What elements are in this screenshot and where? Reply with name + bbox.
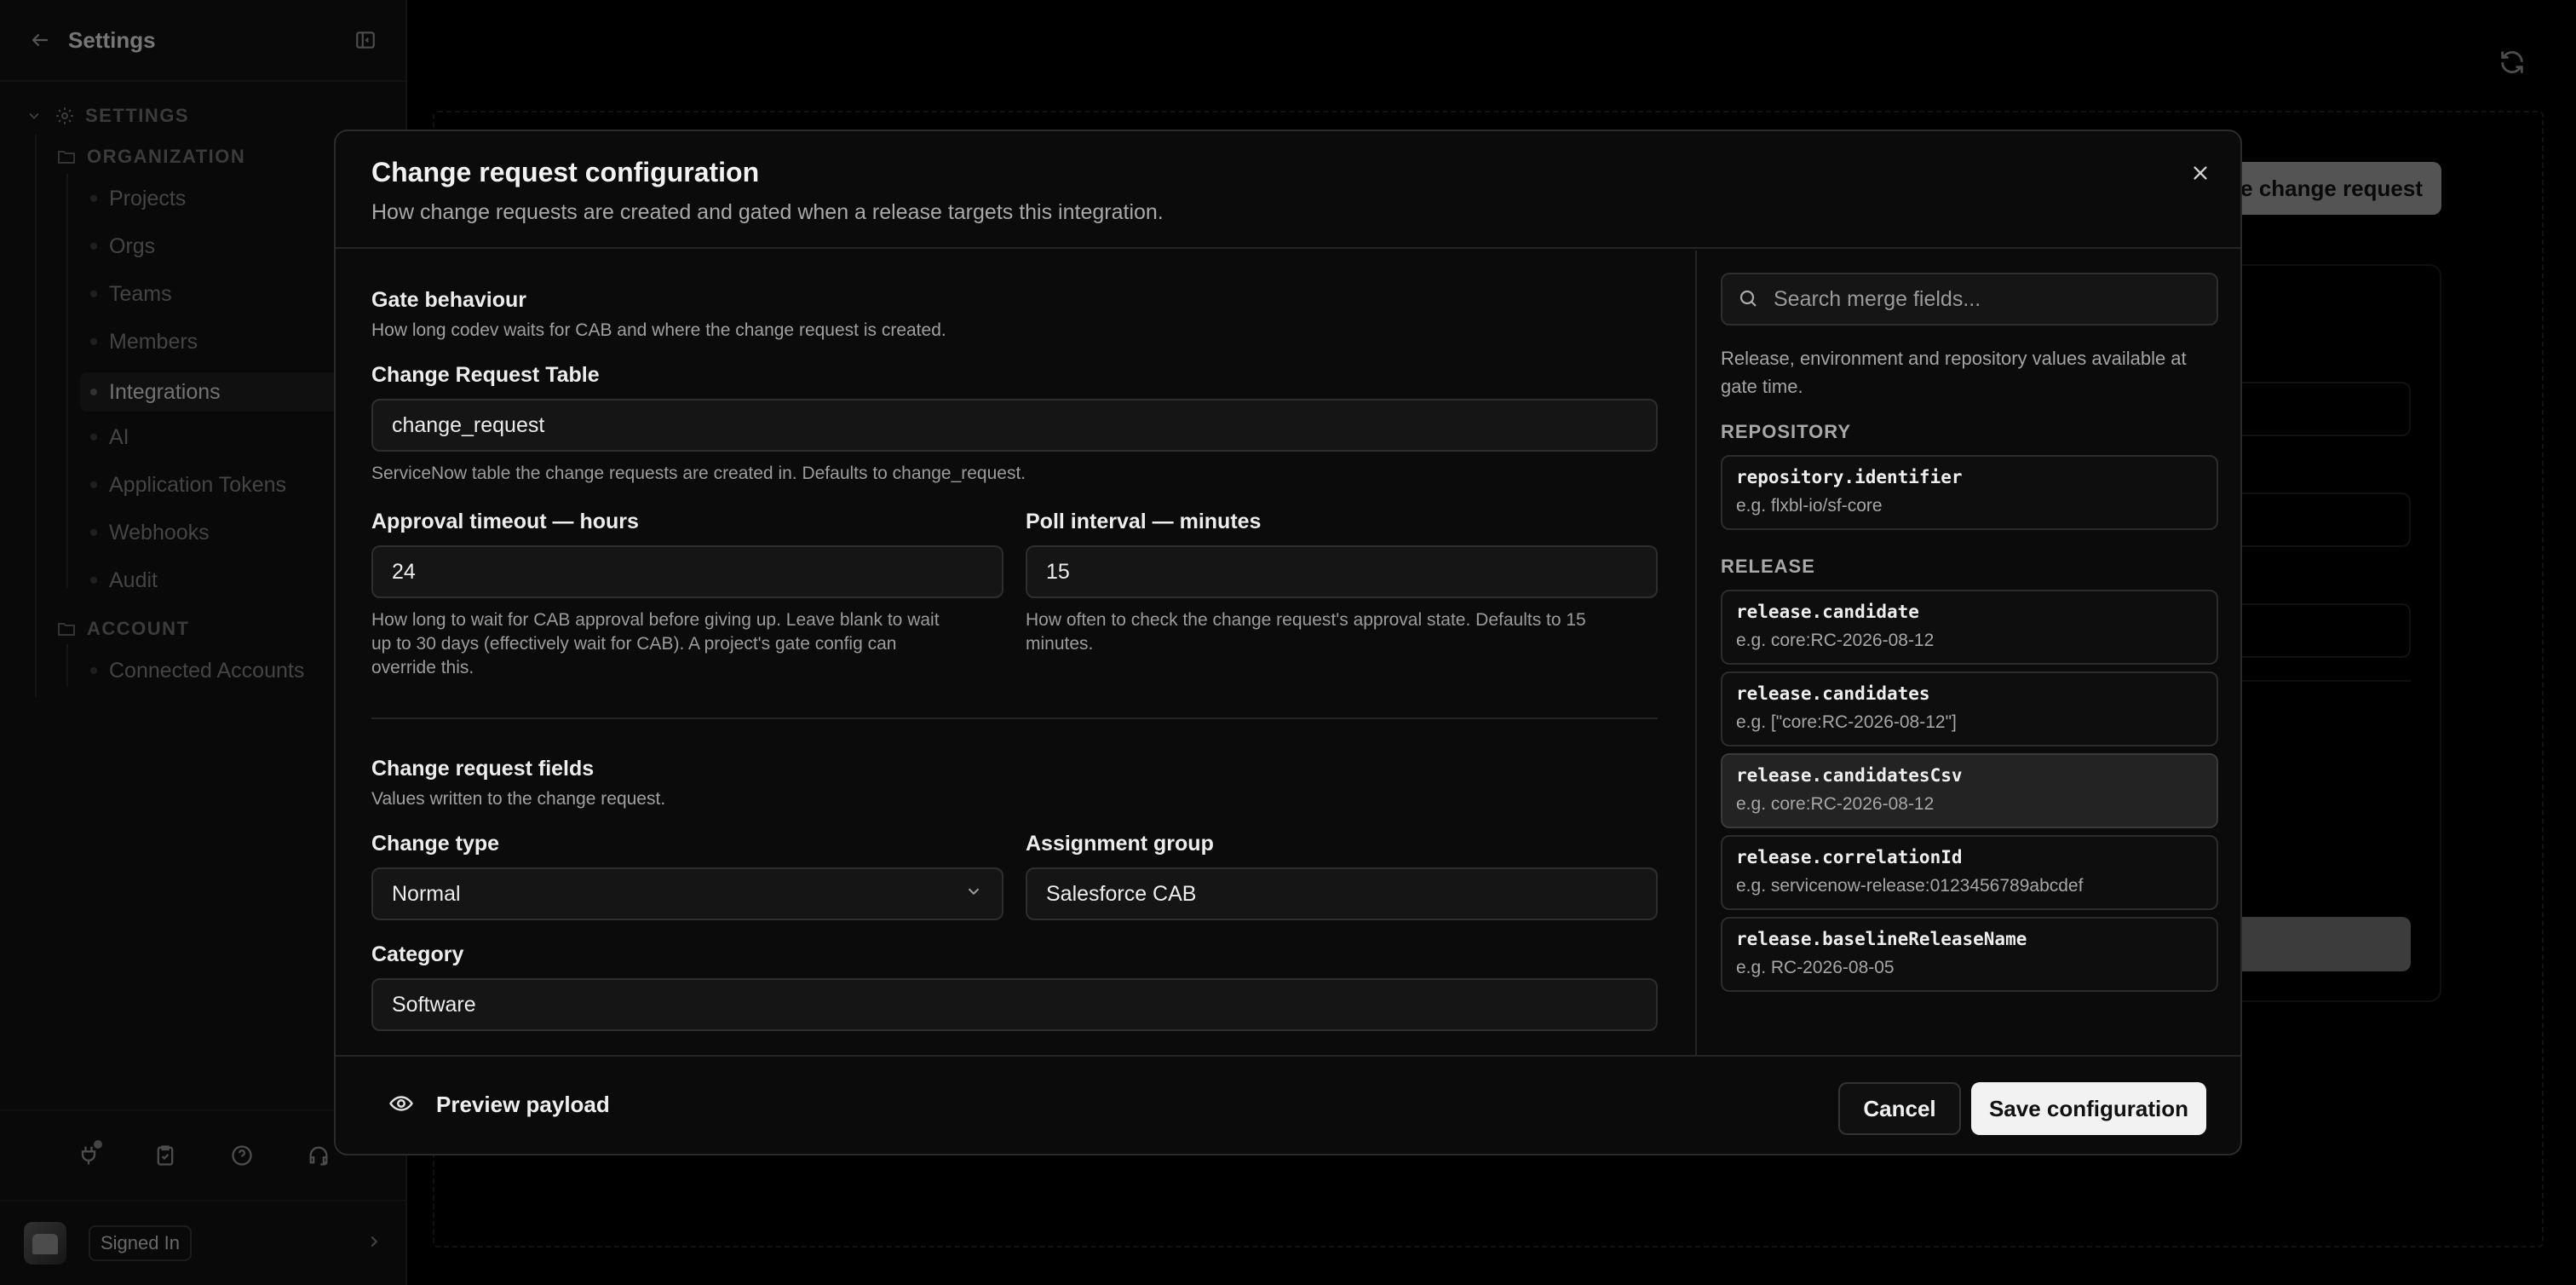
merge-field-key: release.correlationId <box>1736 847 1963 867</box>
merge-field-key: release.candidate <box>1736 602 1919 622</box>
category-label: Category <box>371 942 464 966</box>
merge-fields-description: Release, environment and repository valu… <box>1721 344 2232 400</box>
select-value: Normal <box>392 881 461 906</box>
poll-interval-input[interactable]: 15 <box>1026 545 1658 598</box>
input-value: 15 <box>1046 559 1070 584</box>
merge-field-key: release.baselineReleaseName <box>1736 929 2027 949</box>
search-placeholder: Search merge fields... <box>1774 286 1981 311</box>
change-request-config-dialog: Change request configuration How change … <box>334 130 2242 1155</box>
repository-group-title: REPOSITORY <box>1721 421 1852 442</box>
merge-field-example: e.g. flxbl-io/sf-core <box>1736 496 1883 516</box>
change-type-label: Change type <box>371 832 500 856</box>
merge-field-example: e.g. ["core:RC-2026-08-12"] <box>1736 712 1957 732</box>
hint-line: How often to check the change request's … <box>1026 610 1586 630</box>
close-icon[interactable] <box>2186 158 2215 187</box>
assignment-group-input[interactable]: Salesforce CAB <box>1026 867 1658 920</box>
merge-field-item[interactable]: repository.identifier e.g. flxbl-io/sf-c… <box>1721 455 2218 530</box>
merge-field-item[interactable]: release.candidates e.g. ["core:RC-2026-0… <box>1721 671 2218 746</box>
hint-line: override this. <box>371 658 474 677</box>
merge-field-item[interactable]: release.baselineReleaseName e.g. RC-2026… <box>1721 917 2218 992</box>
description-line: gate time. <box>1721 376 1803 397</box>
input-value: Salesforce CAB <box>1046 881 1197 906</box>
merge-field-search[interactable]: Search merge fields... <box>1721 273 2218 326</box>
release-group-title: RELEASE <box>1721 556 1815 577</box>
change-request-table-input[interactable]: change_request <box>371 399 1658 452</box>
merge-field-example: e.g. servicenow-release:0123456789abcdef <box>1736 876 2084 896</box>
change-type-select[interactable]: Normal <box>371 867 1003 920</box>
change-request-table-hint: ServiceNow table the change requests are… <box>371 464 1026 483</box>
section-divider <box>371 717 1658 719</box>
hint-line: up to 30 days (effectively wait for CAB)… <box>371 634 897 654</box>
input-value: change_request <box>392 412 545 437</box>
merge-field-example: e.g. core:RC-2026-08-12 <box>1736 631 1935 650</box>
merge-field-item-hovered[interactable]: release.candidatesCsv e.g. core:RC-2026-… <box>1721 753 2218 828</box>
dialog-header: Change request configuration How change … <box>336 131 2240 249</box>
poll-interval-hint: How often to check the change request's … <box>1026 608 1673 656</box>
description-line: Release, environment and repository valu… <box>1721 348 2187 369</box>
category-input[interactable]: Software <box>371 978 1658 1031</box>
approval-timeout-label: Approval timeout — hours <box>371 510 639 533</box>
chevron-down-icon <box>964 882 983 907</box>
merge-field-key: release.candidatesCsv <box>1736 765 1963 786</box>
approval-timeout-hint: How long to wait for CAB approval before… <box>371 608 1019 680</box>
change-request-fields-title: Change request fields <box>371 757 595 781</box>
gate-behaviour-title-text: Gate behaviour <box>371 288 526 312</box>
button-label: Preview payload <box>436 1091 610 1117</box>
input-value: 24 <box>392 559 416 584</box>
save-configuration-button[interactable]: Save configuration <box>1971 1082 2206 1135</box>
hint-line: minutes. <box>1026 634 1094 654</box>
merge-field-key: release.candidates <box>1736 683 1930 704</box>
merge-field-example: e.g. RC-2026-08-05 <box>1736 958 1895 977</box>
dialog-footer: Preview payload Cancel Save configuratio… <box>336 1055 2240 1154</box>
assignment-group-label: Assignment group <box>1026 832 1214 856</box>
poll-interval-label: Poll interval — minutes <box>1026 510 1262 533</box>
search-icon <box>1738 288 1760 310</box>
gate-behaviour-subtitle: How long codev waits for CAB and where t… <box>371 320 946 340</box>
dialog-subtitle: How change requests are created and gate… <box>371 200 1164 224</box>
hint-line: How long to wait for CAB approval before… <box>371 610 940 630</box>
change-request-table-label: Change Request Table <box>371 363 600 387</box>
merge-field-key: repository.identifier <box>1736 467 1963 487</box>
dialog-title: Change request configuration <box>371 157 760 187</box>
cancel-button[interactable]: Cancel <box>1838 1082 1961 1135</box>
eye-icon <box>388 1091 416 1118</box>
merge-field-item[interactable]: release.correlationId e.g. servicenow-re… <box>1721 835 2218 910</box>
merge-field-example: e.g. core:RC-2026-08-12 <box>1736 794 1935 814</box>
change-request-fields-subtitle: Values written to the change request. <box>371 789 666 809</box>
preview-payload-button[interactable]: Preview payload <box>388 1091 610 1118</box>
input-value: Software <box>392 992 476 1017</box>
approval-timeout-input[interactable]: 24 <box>371 545 1003 598</box>
merge-field-item[interactable]: release.candidate e.g. core:RC-2026-08-1… <box>1721 590 2218 665</box>
